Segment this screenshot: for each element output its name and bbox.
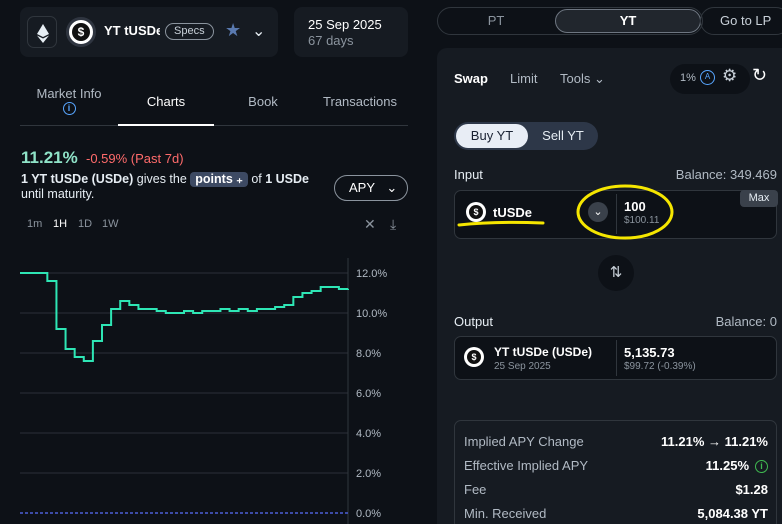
apy-change-7d: -0.59% (Past 7d) (86, 151, 184, 166)
asset-name: YT tUSDe (104, 23, 160, 38)
tab-limit[interactable]: Limit (510, 71, 537, 86)
apy-chart: 12.0% 10.0% 8.0% 6.0% 4.0% 2.0% 0.0% (20, 258, 400, 524)
output-balance: Balance: 0 (715, 314, 777, 329)
output-divider (616, 340, 617, 376)
tab-tools[interactable]: Tools ⌄ (560, 71, 605, 87)
tab-market-info[interactable]: Market Info i (20, 86, 118, 115)
y-tick-label: 2.0% (356, 468, 381, 480)
metric-select[interactable]: APY ⌄ (334, 175, 408, 201)
timeframe-1w[interactable]: 1W (102, 218, 119, 230)
buy-sell-toggle: Buy YT Sell YT (454, 122, 598, 150)
output-usd-value: $99.72 (-0.39%) (624, 361, 696, 372)
tab-swap[interactable]: Swap (454, 71, 488, 86)
yield-description: 1 YT tUSDe (USDe) gives the points ₊ of … (21, 172, 341, 202)
apy-chart-svg: 12.0% 10.0% 8.0% 6.0% 4.0% 2.0% 0.0% (20, 258, 387, 524)
summary-label: Fee (464, 482, 487, 497)
days-remaining: 67 days (308, 33, 354, 48)
tools-icon[interactable]: ✕ (364, 216, 376, 233)
refresh-icon[interactable]: ↻ (752, 65, 767, 86)
y-tick-label: 10.0% (356, 308, 387, 320)
auto-icon: A (700, 70, 715, 85)
chain-badge (27, 16, 57, 48)
output-amount: 5,135.73 (624, 345, 675, 360)
buy-yt-button[interactable]: Buy YT (456, 124, 528, 148)
summary-value: 11.25% (705, 458, 749, 473)
output-token-date: 25 Sep 2025 (494, 361, 551, 372)
summary-label: Implied APY Change (464, 434, 584, 449)
summary-value-row: 11.25% i (705, 458, 768, 474)
desc-token: 1 YT tUSDe (USDe) (21, 172, 134, 186)
tab-label: Market Info (36, 86, 102, 101)
maturity-card: 25 Sep 2025 67 days (294, 7, 408, 57)
desc-text-of: of (247, 172, 266, 186)
asset-selector[interactable]: $ YT tUSDe Specs ★ ⌄ (20, 7, 278, 57)
yt-token-logo: $ (66, 17, 96, 47)
summary-value: $1.28 (735, 482, 768, 497)
active-tab-indicator (118, 124, 214, 126)
go-to-lp-button[interactable]: Go to LP (700, 7, 782, 35)
highlight-annotation (457, 184, 674, 240)
timeframe-1h[interactable]: 1H (53, 218, 67, 230)
tab-charts[interactable]: Charts (118, 94, 214, 109)
y-tick-label: 0.0% (356, 508, 381, 520)
summary-label: Min. Received (464, 506, 547, 521)
tab-book[interactable]: Book (214, 94, 312, 109)
y-tick-label: 8.0% (356, 348, 381, 360)
gear-icon[interactable]: ⚙ (722, 66, 737, 86)
maturity-date: 25 Sep 2025 (308, 17, 382, 32)
input-balance[interactable]: Balance: 349.469 (676, 167, 777, 182)
apy-series-line (20, 272, 349, 362)
specs-button[interactable]: Specs (165, 23, 214, 40)
summary-value: 5,084.38 YT (697, 506, 768, 521)
y-tick-label: 12.0% (356, 268, 387, 280)
yt-tusde-token-icon: $ (464, 347, 484, 367)
sell-yt-button[interactable]: Sell YT (530, 124, 596, 148)
output-token-name: YT tUSDe (USDe) (494, 345, 593, 359)
tab-yt[interactable]: YT (555, 9, 701, 33)
info-icon[interactable]: i (755, 460, 768, 474)
desc-amount: 1 USDe (265, 172, 310, 186)
points-label: points (195, 172, 233, 186)
dollar-icon: $ (467, 350, 481, 364)
metric-select-label: APY (349, 180, 375, 195)
desc-suffix: until maturity. (21, 187, 95, 201)
download-icon[interactable]: ⤓ (390, 216, 396, 233)
dollar-icon: $ (72, 23, 90, 41)
star-icon[interactable]: ★ (225, 20, 241, 41)
y-tick-label: 6.0% (356, 388, 381, 400)
summary-value: 11.21% → 11.21% (661, 434, 768, 449)
chevron-down-icon: ⌄ (593, 71, 605, 86)
tab-transactions[interactable]: Transactions (312, 94, 408, 109)
info-icon: i (62, 102, 76, 115)
summary-label: Effective Implied APY (464, 458, 589, 473)
y-tick-label: 4.0% (356, 428, 381, 440)
desc-text: gives the (133, 172, 191, 186)
swap-direction-icon[interactable]: ⇅ (598, 255, 634, 291)
tab-tools-label: Tools (560, 71, 591, 86)
chevron-down-icon: ⌄ (386, 180, 398, 195)
current-apy: 11.21% (21, 148, 78, 167)
tab-pt[interactable]: PT (438, 8, 554, 34)
ethereum-icon (37, 24, 49, 43)
timeframe-1d[interactable]: 1D (78, 218, 92, 230)
tab-divider (20, 125, 408, 126)
output-label: Output (454, 314, 494, 329)
points-badge[interactable]: points ₊ (190, 172, 248, 187)
slippage-value: 1% (680, 72, 696, 84)
max-button[interactable]: Max (740, 190, 778, 207)
chevron-down-icon[interactable]: ⌄ (252, 21, 265, 41)
pt-yt-switch: PT YT (437, 7, 703, 35)
input-label: Input (454, 167, 483, 182)
timeframe-1m[interactable]: 1m (27, 218, 42, 230)
